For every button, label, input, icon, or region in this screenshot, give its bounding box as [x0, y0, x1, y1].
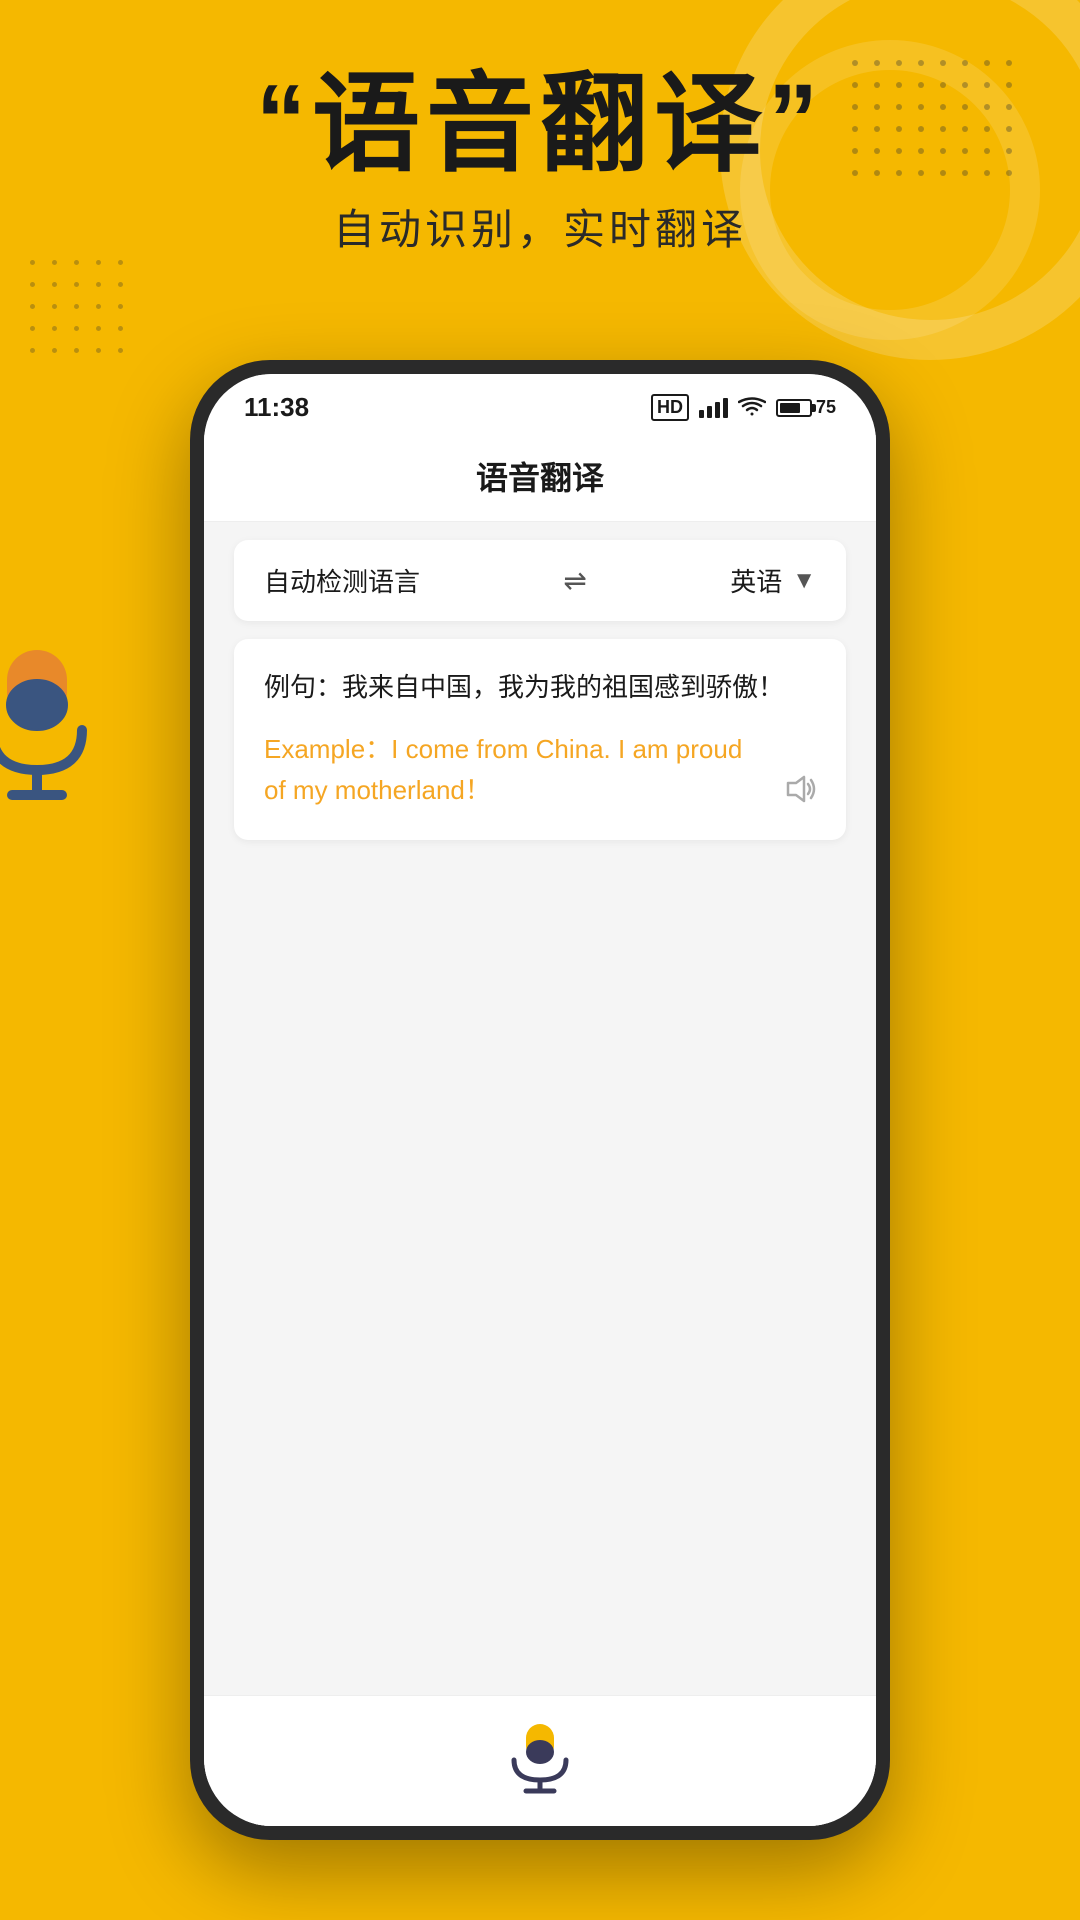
mic-record-button[interactable]: [500, 1716, 580, 1796]
bottom-bar: [204, 1695, 876, 1826]
battery-level: 75: [816, 397, 836, 418]
hd-label: HD: [651, 394, 689, 421]
phone-outer: 11:38 HD: [190, 360, 890, 1840]
status-bar: 11:38 HD: [204, 374, 876, 433]
translation-box: 例句：我来自中国，我为我的祖国感到骄傲！ Example：I come from…: [234, 639, 846, 840]
quote-left: “: [256, 64, 312, 176]
translated-line1: Example：I come from China. I am proud: [264, 734, 742, 764]
translated-text: Example：I come from China. I am proud of…: [264, 729, 756, 812]
mic-side-decoration: [0, 640, 102, 800]
target-language-wrapper[interactable]: 英语 ▼: [730, 562, 816, 599]
phone-screen: 11:38 HD: [204, 374, 876, 1826]
phone-mockup: 11:38 HD: [190, 360, 890, 1840]
signal-icon: [699, 398, 728, 418]
target-language[interactable]: 英语: [730, 562, 782, 599]
status-icons: HD 75: [651, 394, 836, 421]
source-text: 例句：我来自中国，我为我的祖国感到骄傲！: [264, 667, 816, 709]
battery-icon: 75: [776, 397, 836, 418]
main-title: “语音翻译”: [60, 70, 1020, 178]
quote-right: ”: [768, 64, 824, 176]
app-title: 语音翻译: [476, 460, 604, 496]
app-content: 语音翻译 自动检测语言 ⇌ 英语 ▼ 例句：我来自中国，我为我的祖国感到骄傲！ …: [204, 433, 876, 1826]
source-language[interactable]: 自动检测语言: [264, 562, 420, 599]
swap-language-icon[interactable]: ⇌: [563, 564, 586, 597]
chevron-down-icon[interactable]: ▼: [792, 567, 816, 595]
header-area: “语音翻译” 自动识别，实时翻译: [0, 70, 1080, 257]
language-selector[interactable]: 自动检测语言 ⇌ 英语 ▼: [234, 540, 846, 621]
status-time: 11:38: [244, 392, 309, 423]
subtitle: 自动识别，实时翻译: [60, 196, 1020, 257]
wifi-icon: [738, 397, 766, 419]
app-header: 语音翻译: [204, 433, 876, 522]
translated-line2: of my motherland！: [264, 775, 491, 805]
dot-pattern-left: [30, 260, 132, 362]
speaker-icon[interactable]: [782, 771, 818, 812]
main-area: [204, 840, 876, 1695]
